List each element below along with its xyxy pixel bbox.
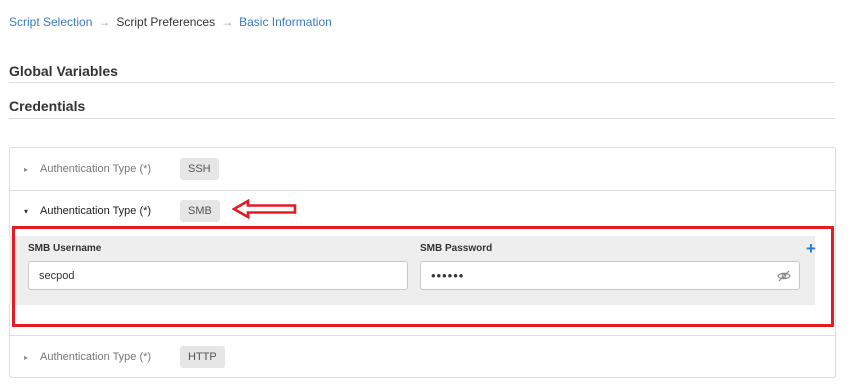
annotation-highlight-box (12, 226, 834, 327)
auth-type-badge[interactable]: SMB (180, 200, 220, 222)
breadcrumb-script-selection[interactable]: Script Selection (9, 15, 92, 29)
section-divider (9, 118, 835, 119)
caret-right-icon[interactable]: ▸ (24, 165, 32, 174)
auth-type-label: Authentication Type (*) (40, 205, 152, 217)
breadcrumb: Script Selection → Script Preferences → … (9, 15, 332, 29)
auth-entry-smb[interactable]: ▾ Authentication Type (*) SMB (10, 191, 835, 231)
auth-type-badge[interactable]: SSH (180, 158, 219, 180)
section-divider (9, 82, 835, 83)
caret-right-icon[interactable]: ▸ (24, 353, 32, 362)
auth-entry-ssh[interactable]: ▸ Authentication Type (*) SSH (10, 148, 835, 190)
auth-type-label: Authentication Type (*) (40, 163, 152, 175)
breadcrumb-basic-information[interactable]: Basic Information (239, 15, 332, 29)
breadcrumb-arrow-icon: → (221, 15, 234, 29)
caret-down-icon[interactable]: ▾ (24, 207, 32, 216)
annotation-arrow-icon (232, 199, 297, 219)
breadcrumb-script-preferences: Script Preferences (116, 15, 216, 29)
auth-entry-http[interactable]: ▸ Authentication Type (*) HTTP (10, 336, 835, 378)
breadcrumb-arrow-icon: → (98, 15, 111, 29)
global-variables-heading[interactable]: Global Variables (9, 63, 118, 79)
credentials-heading[interactable]: Credentials (9, 98, 85, 114)
auth-type-label: Authentication Type (*) (40, 351, 152, 363)
auth-type-badge[interactable]: HTTP (180, 346, 225, 368)
